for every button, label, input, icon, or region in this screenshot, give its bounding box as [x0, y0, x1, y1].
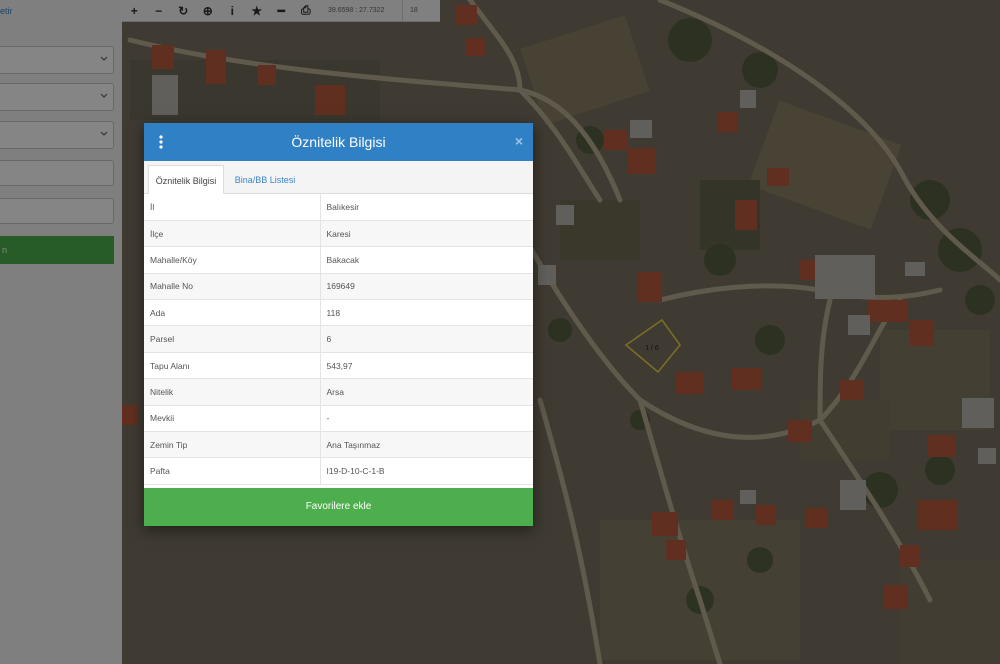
row-value: 543,97 — [320, 352, 533, 380]
row-value: Balıkesir — [320, 194, 533, 221]
row-value: 118 — [320, 299, 533, 327]
table-row: Zemin Tip Ana Taşınmaz — [144, 431, 533, 459]
table-row: Mahalle No 169649 — [144, 273, 533, 301]
row-value: I19-D-10-C-1-B — [320, 457, 533, 485]
row-value: Karesi — [320, 220, 533, 248]
table-row: İlçe Karesi — [144, 220, 533, 248]
attribute-table: İl Balıkesir İlçe Karesi Mahalle/Köy Bakaca… — [144, 194, 533, 485]
dialog-title: Öznitelik Bilgisi — [291, 134, 386, 150]
row-value: Arsa — [320, 378, 533, 406]
table-row: İl Balıkesir — [144, 194, 533, 221]
table-row: Pafta I19-D-10-C-1-B — [144, 457, 533, 485]
tab-attribute-info[interactable]: Öznitelik Bilgisi — [148, 165, 224, 194]
row-key: Pafta — [144, 457, 321, 485]
row-value: Bakacak — [320, 246, 533, 274]
table-row: Ada 118 — [144, 299, 533, 327]
row-key: Mahalle/Köy — [144, 246, 321, 274]
row-key: Mevkii — [144, 405, 321, 433]
row-value: Ana Taşınmaz — [320, 431, 533, 459]
row-key: Ada — [144, 299, 321, 327]
table-row: Mahalle/Köy Bakacak — [144, 246, 533, 274]
row-value: 6 — [320, 325, 533, 353]
table-row: Tapu Alanı 543,97 — [144, 352, 533, 380]
attribute-info-dialog: Öznitelik Bilgisi × Öznitelik Bilgisi Bi… — [144, 123, 533, 526]
table-row: Parsel 6 — [144, 325, 533, 353]
row-key: Tapu Alanı — [144, 352, 321, 380]
row-value: - — [320, 405, 533, 433]
tab-building-list[interactable]: Bina/BB Listesi — [230, 165, 300, 194]
dialog-tabs: Öznitelik Bilgisi Bina/BB Listesi — [144, 161, 533, 194]
table-row: Nitelik Arsa — [144, 378, 533, 406]
row-value: 169649 — [320, 273, 533, 301]
row-key: Nitelik — [144, 378, 321, 406]
row-key: Mahalle No — [144, 273, 321, 301]
row-key: Parsel — [144, 325, 321, 353]
close-icon[interactable]: × — [515, 134, 523, 148]
table-row: Mevkii - — [144, 405, 533, 433]
row-key: İl — [144, 194, 321, 221]
add-to-favorites-button[interactable]: Favorilere ekle — [144, 488, 533, 526]
row-key: Zemin Tip — [144, 431, 321, 459]
dialog-header: Öznitelik Bilgisi × — [144, 123, 533, 161]
row-key: İlçe — [144, 220, 321, 248]
